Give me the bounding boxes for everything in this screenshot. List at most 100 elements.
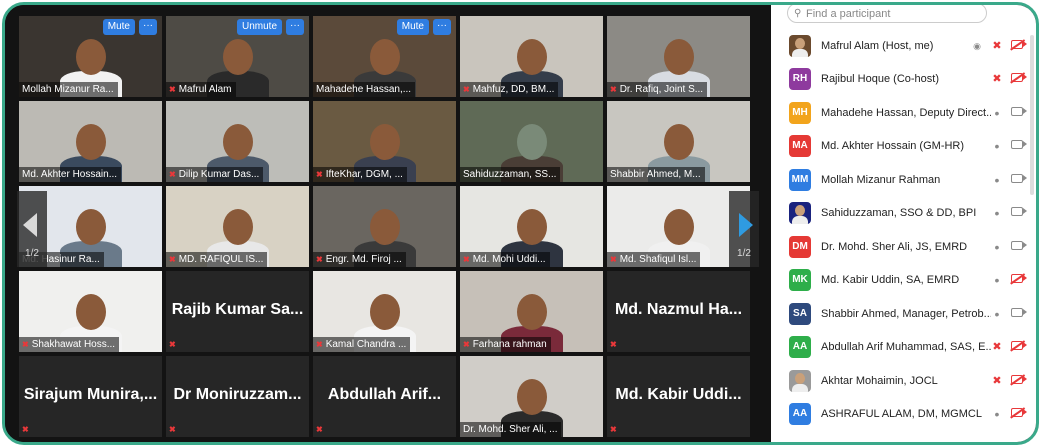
avatar: SA <box>789 302 811 325</box>
participant-video-tile[interactable]: Mahadehe Hassan,... Mute ··· <box>313 16 456 97</box>
participant-name: IfteKhar, DGM, ... <box>325 169 403 180</box>
participant-list-item[interactable]: AA ASHRAFUL ALAM, DM, MGMCL • <box>771 398 1036 431</box>
mic-off-icon: ✖ <box>22 425 29 434</box>
mic-icon[interactable]: • <box>990 240 1004 254</box>
mic-icon[interactable]: • <box>990 139 1004 153</box>
participant-name-label: ✖ IfteKhar, DGM, ... <box>313 167 407 182</box>
video-camera-icon[interactable] <box>1010 139 1027 153</box>
avatar: MH <box>789 101 811 124</box>
participant-name-label: ✖ <box>607 337 621 352</box>
participant-video-tile[interactable]: Sahiduzzaman, SS... <box>460 101 603 182</box>
more-options-button[interactable]: ··· <box>433 19 451 35</box>
participant-video-tile[interactable]: ✖ Dr. Rafiq, Joint S... <box>607 16 750 97</box>
participant-list-name: Abdullah Arif Muhammad, SAS, E... <box>821 341 991 353</box>
participant-name-label: ✖ Farhana rahman <box>460 337 551 352</box>
participant-list-item[interactable]: MA Md. Akhter Hossain (GM-HR) • <box>771 130 1036 163</box>
participant-list-item[interactable]: Mafrul Alam (Host, me) ◉ ✖ <box>771 29 1036 62</box>
participant-list-item[interactable]: MH Mahadehe Hassan, Deputy Direct... • <box>771 96 1036 129</box>
meeting-window: Mollah Mizanur Ra... Mute ··· ✖ Mafrul Alam U… <box>2 2 1039 445</box>
participant-list-item[interactable]: MM Mollah Mizanur Rahman • <box>771 163 1036 196</box>
mic-off-icon: ✖ <box>169 170 176 179</box>
avatar: MM <box>789 168 811 191</box>
participant-video-tile[interactable]: Md. Kabir Uddi... ✖ <box>607 356 750 437</box>
mic-icon[interactable]: • <box>990 307 1004 321</box>
next-page-button[interactable]: 1/2 <box>729 191 759 267</box>
mute-button[interactable]: Mute <box>102 19 135 35</box>
participant-video-tile[interactable]: ✖ Mafrul Alam Unmute ··· <box>166 16 309 97</box>
participant-list-item[interactable]: DM Dr. Mohd. Sher Ali, JS, EMRD • <box>771 230 1036 263</box>
video-off-icon[interactable] <box>1010 273 1027 287</box>
participant-list-name: Shabbir Ahmed, Manager, Petrob... <box>821 307 991 320</box>
participant-video-tile[interactable]: ✖ Dilip Kumar Das... <box>166 101 309 182</box>
participant-video-tile[interactable]: ✖ Shakhawat Hoss... <box>19 271 162 352</box>
participant-display-name: Md. Nazmul Ha... <box>614 301 743 318</box>
more-options-button[interactable]: ··· <box>139 19 157 35</box>
video-off-icon[interactable] <box>1010 72 1027 86</box>
participant-list-item[interactable]: MK Md. Kabir Uddin, SA, EMRD • <box>771 264 1036 297</box>
mic-off-icon: ✖ <box>463 85 470 94</box>
video-camera-icon[interactable] <box>1010 106 1027 120</box>
participant-status-icons: • <box>990 163 1027 196</box>
participant-video-tile[interactable]: ✖ Farhana rahman <box>460 271 603 352</box>
video-off-icon[interactable] <box>1010 39 1027 53</box>
participant-video-tile[interactable]: Mollah Mizanur Ra... Mute ··· <box>19 16 162 97</box>
participant-list-item[interactable]: Akhtar Mohaimin, JOCL ✖ <box>771 364 1036 397</box>
mic-off-icon: ✖ <box>610 340 617 349</box>
mic-off-icon[interactable]: ✖ <box>990 374 1004 388</box>
avatar <box>789 34 811 57</box>
participant-video-tile[interactable]: Shabbir Ahmed, M... <box>607 101 750 182</box>
participant-list-item[interactable]: SA Shabbir Ahmed, Manager, Petrob... • <box>771 297 1036 330</box>
video-off-icon[interactable] <box>1010 340 1027 354</box>
video-off-icon[interactable] <box>1010 407 1027 421</box>
participant-video-tile[interactable]: Md. Akhter Hossain... <box>19 101 162 182</box>
video-camera-icon[interactable] <box>1010 307 1027 321</box>
participant-name-label: ✖ Md. Shafiqul Isl... <box>607 252 701 267</box>
participant-video-tile[interactable]: Md. Nazmul Ha... ✖ <box>607 271 750 352</box>
video-camera-icon[interactable] <box>1010 240 1027 254</box>
participant-video-tile[interactable]: Abdullah Arif... ✖ <box>313 356 456 437</box>
mic-icon[interactable]: • <box>990 273 1004 287</box>
mute-button[interactable]: Mute <box>396 19 429 35</box>
participant-list-item[interactable]: Sahiduzzaman, SSO & DD, BPI • <box>771 197 1036 230</box>
mic-off-icon[interactable]: ✖ <box>990 39 1004 53</box>
chevron-right-icon <box>739 213 753 237</box>
participant-video-tile[interactable]: Dr Moniruzzam... ✖ <box>166 356 309 437</box>
participant-search-input[interactable]: ⚲ Find a participant <box>787 5 987 23</box>
participant-name-label: ✖ Engr. Md. Firoj ... <box>313 252 406 267</box>
avatar <box>789 369 811 392</box>
participant-video-tile[interactable]: ✖ Engr. Md. Firoj ... <box>313 186 456 267</box>
participant-video-tile[interactable]: Dr. Mohd. Sher Ali, ... <box>460 356 603 437</box>
participant-list-item[interactable]: RH Rajibul Hoque (Co-host) ✖ <box>771 63 1036 96</box>
previous-page-button[interactable]: 1/2 <box>17 191 47 267</box>
mic-icon[interactable]: • <box>990 173 1004 187</box>
more-options-button[interactable]: ··· <box>286 19 304 35</box>
participant-list-item[interactable]: AA Abdullah Arif Muhammad, SAS, E... ✖ <box>771 331 1036 364</box>
mic-off-icon[interactable]: ✖ <box>990 340 1004 354</box>
video-camera-icon[interactable] <box>1010 206 1027 220</box>
mic-icon[interactable]: • <box>990 206 1004 220</box>
participant-video-tile[interactable]: Sirajum Munira,... ✖ <box>19 356 162 437</box>
mic-off-icon[interactable]: ✖ <box>990 72 1004 86</box>
mic-off-icon: ✖ <box>22 340 29 349</box>
participant-video-tile[interactable]: ✖ MD. RAFIQUL IS... <box>166 186 309 267</box>
unmute-button[interactable]: Unmute <box>236 19 282 35</box>
video-camera-icon[interactable] <box>1010 173 1027 187</box>
participant-name: Kamal Chandra ... <box>325 339 407 350</box>
mic-off-icon: ✖ <box>169 85 176 94</box>
participant-video-tile[interactable]: ✖ Kamal Chandra ... <box>313 271 456 352</box>
mic-off-icon: ✖ <box>169 340 176 349</box>
participant-name-label: ✖ <box>166 337 180 352</box>
participant-status-icons: • <box>990 197 1027 230</box>
participant-video-tile[interactable]: Rajib Kumar Sa... ✖ <box>166 271 309 352</box>
mic-off-icon: ✖ <box>316 255 323 264</box>
mic-icon[interactable]: • <box>990 106 1004 120</box>
participant-video-tile[interactable]: ✖ Md. Mohi Uddi... <box>460 186 603 267</box>
participant-display-name: Rajib Kumar Sa... <box>171 301 304 318</box>
mic-icon[interactable]: • <box>990 407 1004 421</box>
video-off-icon[interactable] <box>1010 374 1027 388</box>
participant-name: Md. Mohi Uddi... <box>472 254 546 265</box>
participant-status-icons: • <box>990 130 1027 163</box>
participant-video-tile[interactable]: ✖ Mahfuz, DD, BM... <box>460 16 603 97</box>
participant-list-scrollbar[interactable] <box>1030 35 1034 195</box>
participant-video-tile[interactable]: ✖ IfteKhar, DGM, ... <box>313 101 456 182</box>
